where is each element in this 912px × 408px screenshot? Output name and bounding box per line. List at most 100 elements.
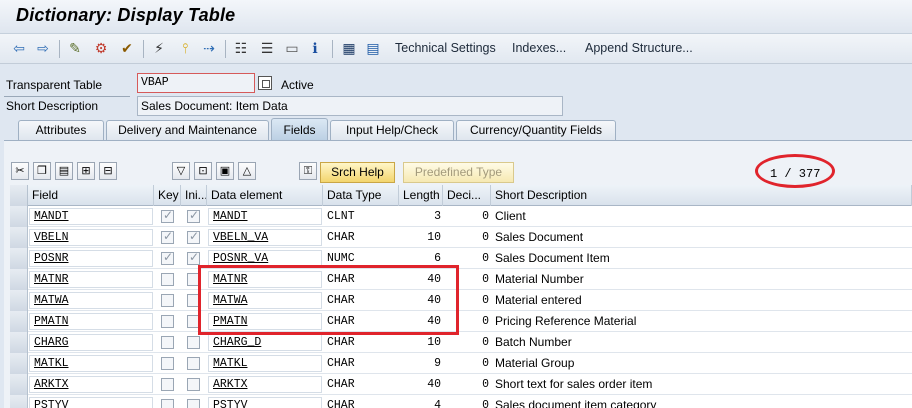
key-checkbox[interactable] xyxy=(161,378,174,391)
initial-values-checkbox[interactable] xyxy=(187,399,200,408)
row-selector[interactable] xyxy=(10,374,28,395)
info-icon[interactable]: ℹ xyxy=(306,39,324,57)
expand-icon[interactable]: ▣ xyxy=(216,162,234,180)
field-name-cell[interactable]: MATNR xyxy=(30,269,152,290)
cut-icon[interactable]: ✂ xyxy=(11,162,29,180)
data-element-cell[interactable]: MATKL xyxy=(209,353,321,374)
row-selector[interactable] xyxy=(10,248,28,269)
key-checkbox[interactable] xyxy=(161,250,174,265)
table-row[interactable]: ARKTX ARKTX CHAR 40 0 Short text for sales or… xyxy=(10,374,912,395)
initial-values-checkbox[interactable] xyxy=(187,357,200,370)
table-row[interactable]: POSNRPOSNR_VANUMC60Sales Document Item xyxy=(10,248,912,269)
field-name-cell[interactable]: MATKL xyxy=(30,353,152,374)
insert-row-icon[interactable]: ⊞ xyxy=(77,162,95,180)
initial-values-checkbox[interactable] xyxy=(187,250,200,265)
initial-values-checkbox[interactable] xyxy=(187,208,200,223)
row-selector[interactable] xyxy=(10,311,28,332)
tree-icon[interactable]: ▦ xyxy=(340,39,358,57)
append-structure-button[interactable]: Append Structure... xyxy=(585,41,693,55)
print-icon[interactable]: ▭ xyxy=(283,39,301,57)
data-element-cell[interactable]: CHARG_D xyxy=(209,332,321,353)
column-header-short-description[interactable]: Short Description xyxy=(491,185,912,206)
table-row[interactable]: MATKL MATKL CHAR 9 0 Material Group xyxy=(10,353,912,374)
field-name-cell[interactable]: MATWA xyxy=(30,290,152,311)
column-header-data-element[interactable]: Data element xyxy=(207,185,323,206)
field-name-cell[interactable]: MANDT xyxy=(30,206,152,227)
field-name-cell[interactable]: ARKTX xyxy=(30,374,152,395)
table-row[interactable]: MATNR MATNR CHAR 40 0 Material Number xyxy=(10,269,912,290)
column-header-key[interactable]: Key xyxy=(154,185,181,206)
check-icon[interactable]: ✔ xyxy=(118,39,136,57)
row-selector[interactable] xyxy=(10,269,28,290)
indexes-button[interactable]: Indexes... xyxy=(512,41,566,55)
column-header-length[interactable]: Length xyxy=(399,185,443,206)
activate-icon[interactable]: ⚡ xyxy=(150,39,168,57)
column-header-decimals[interactable]: Deci... xyxy=(443,185,491,206)
field-name-cell[interactable]: PMATN xyxy=(30,311,152,332)
field-name-cell[interactable]: VBELN xyxy=(30,227,152,248)
initial-values-checkbox[interactable] xyxy=(187,336,200,349)
row-selector[interactable] xyxy=(10,395,28,408)
navigation-icon[interactable]: ⇢ xyxy=(200,39,218,57)
toolbar-separator xyxy=(332,40,333,58)
data-element-cell[interactable]: VBELN_VA xyxy=(209,227,321,248)
field-name-cell[interactable]: PSTYV xyxy=(30,395,152,408)
row-selector[interactable] xyxy=(10,353,28,374)
back-icon[interactable]: ⇦ xyxy=(10,39,28,57)
display-change-icon[interactable]: ✎ xyxy=(66,39,84,57)
predefined-type-button[interactable]: Predefined Type xyxy=(403,162,514,183)
row-selector[interactable] xyxy=(10,227,28,248)
data-element-cell[interactable]: PSTYV xyxy=(209,395,321,408)
paste-icon[interactable]: ▤ xyxy=(55,162,73,180)
row-selector[interactable] xyxy=(10,206,28,227)
copy-icon[interactable]: ❐ xyxy=(33,162,51,180)
table-row[interactable]: PMATN PMATN CHAR 40 0 Pricing Reference Mater… xyxy=(10,311,912,332)
value-help-icon[interactable] xyxy=(258,76,272,90)
tab-attributes[interactable]: Attributes xyxy=(18,120,104,140)
short-description-field[interactable]: Sales Document: Item Data xyxy=(137,96,563,116)
column-header-field[interactable]: Field xyxy=(28,185,154,206)
hierarchy-icon[interactable]: ☰ xyxy=(258,39,276,57)
key-checkbox[interactable] xyxy=(161,208,174,223)
column-header-initial[interactable]: Ini... xyxy=(181,185,207,206)
sort-up-icon[interactable]: △ xyxy=(238,162,256,180)
field-name-cell[interactable]: POSNR xyxy=(30,248,152,269)
initial-values-checkbox[interactable] xyxy=(187,229,200,244)
tab-input-help-check[interactable]: Input Help/Check xyxy=(330,120,454,140)
row-selector[interactable] xyxy=(10,290,28,311)
table-row[interactable]: MATWA MATWA CHAR 40 0 Material entered xyxy=(10,290,912,311)
sort-down-icon[interactable]: ▽ xyxy=(172,162,190,180)
data-element-cell[interactable]: MANDT xyxy=(209,206,321,227)
key-checkbox[interactable] xyxy=(161,273,174,286)
table-row[interactable]: VBELN VBELN_VA CHAR 10 0 Sales Document xyxy=(10,227,912,248)
key-checkbox[interactable] xyxy=(161,294,174,307)
table-row[interactable]: CHARG CHARG_D CHAR 10 0 Batch Number xyxy=(10,332,912,353)
initial-values-checkbox[interactable] xyxy=(187,378,200,391)
where-used-icon[interactable]: ⫯ xyxy=(176,39,194,57)
other-object-icon[interactable]: ⚙ xyxy=(92,39,110,57)
table-name-field[interactable]: VBAP xyxy=(137,73,255,93)
technical-settings-button[interactable]: Technical Settings xyxy=(395,41,496,55)
search-help-button[interactable]: Srch Help xyxy=(320,162,395,183)
field-name-cell[interactable]: CHARG xyxy=(30,332,152,353)
table-row[interactable]: PSTYV PSTYV CHAR 4 0 Sales document item cate… xyxy=(10,395,912,408)
key-checkbox[interactable] xyxy=(161,315,174,328)
delete-row-icon[interactable]: ⊟ xyxy=(99,162,117,180)
row-selector[interactable] xyxy=(10,332,28,353)
key-icon[interactable]: ⚿ xyxy=(299,162,317,180)
data-element-cell[interactable]: ARKTX xyxy=(209,374,321,395)
include-icon[interactable]: ⊡ xyxy=(194,162,212,180)
key-checkbox[interactable] xyxy=(161,336,174,349)
column-header-data-type[interactable]: Data Type xyxy=(323,185,399,206)
key-checkbox[interactable] xyxy=(161,399,174,408)
grid-icon[interactable]: ▤ xyxy=(364,39,382,57)
tab-currency-quantity[interactable]: Currency/Quantity Fields xyxy=(456,120,616,140)
key-checkbox[interactable] xyxy=(161,357,174,370)
tab-delivery-maintenance[interactable]: Delivery and Maintenance xyxy=(106,120,269,140)
key-checkbox[interactable] xyxy=(161,229,174,244)
select-all-cell[interactable] xyxy=(10,185,28,206)
table-row[interactable]: MANDT MANDT CLNT 3 0 Client xyxy=(10,206,912,227)
tab-fields[interactable]: Fields xyxy=(271,118,328,140)
object-list-icon[interactable]: ☷ xyxy=(232,39,250,57)
forward-icon[interactable]: ⇨ xyxy=(34,39,52,57)
